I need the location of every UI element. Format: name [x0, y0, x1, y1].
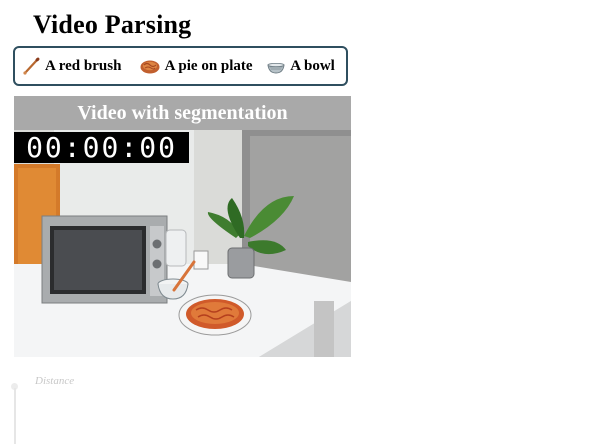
segmentation-video[interactable]: Video with segmentation 00:00:00: [14, 96, 351, 357]
video-timer: 00:00:00: [14, 132, 189, 163]
legend-label-brush: A red brush: [45, 57, 122, 74]
legend-item-pie: A pie on plate: [139, 56, 267, 76]
legend-item-brush: A red brush: [21, 56, 139, 76]
page-title: Video Parsing: [33, 10, 192, 39]
video-header: Video with segmentation: [14, 96, 351, 130]
brush-icon: [23, 57, 40, 75]
legend-item-bowl: A bowl: [266, 56, 346, 76]
distance-axis-line: [14, 388, 16, 444]
legend-label-pie: A pie on plate: [164, 57, 253, 74]
pie-icon: [140, 60, 160, 74]
legend-label-bowl: A bowl: [290, 57, 335, 74]
distance-label: Distance: [35, 375, 75, 387]
object-legend: A red brush A pie on plate A bowl: [13, 46, 348, 86]
bowl-icon: [267, 63, 285, 74]
